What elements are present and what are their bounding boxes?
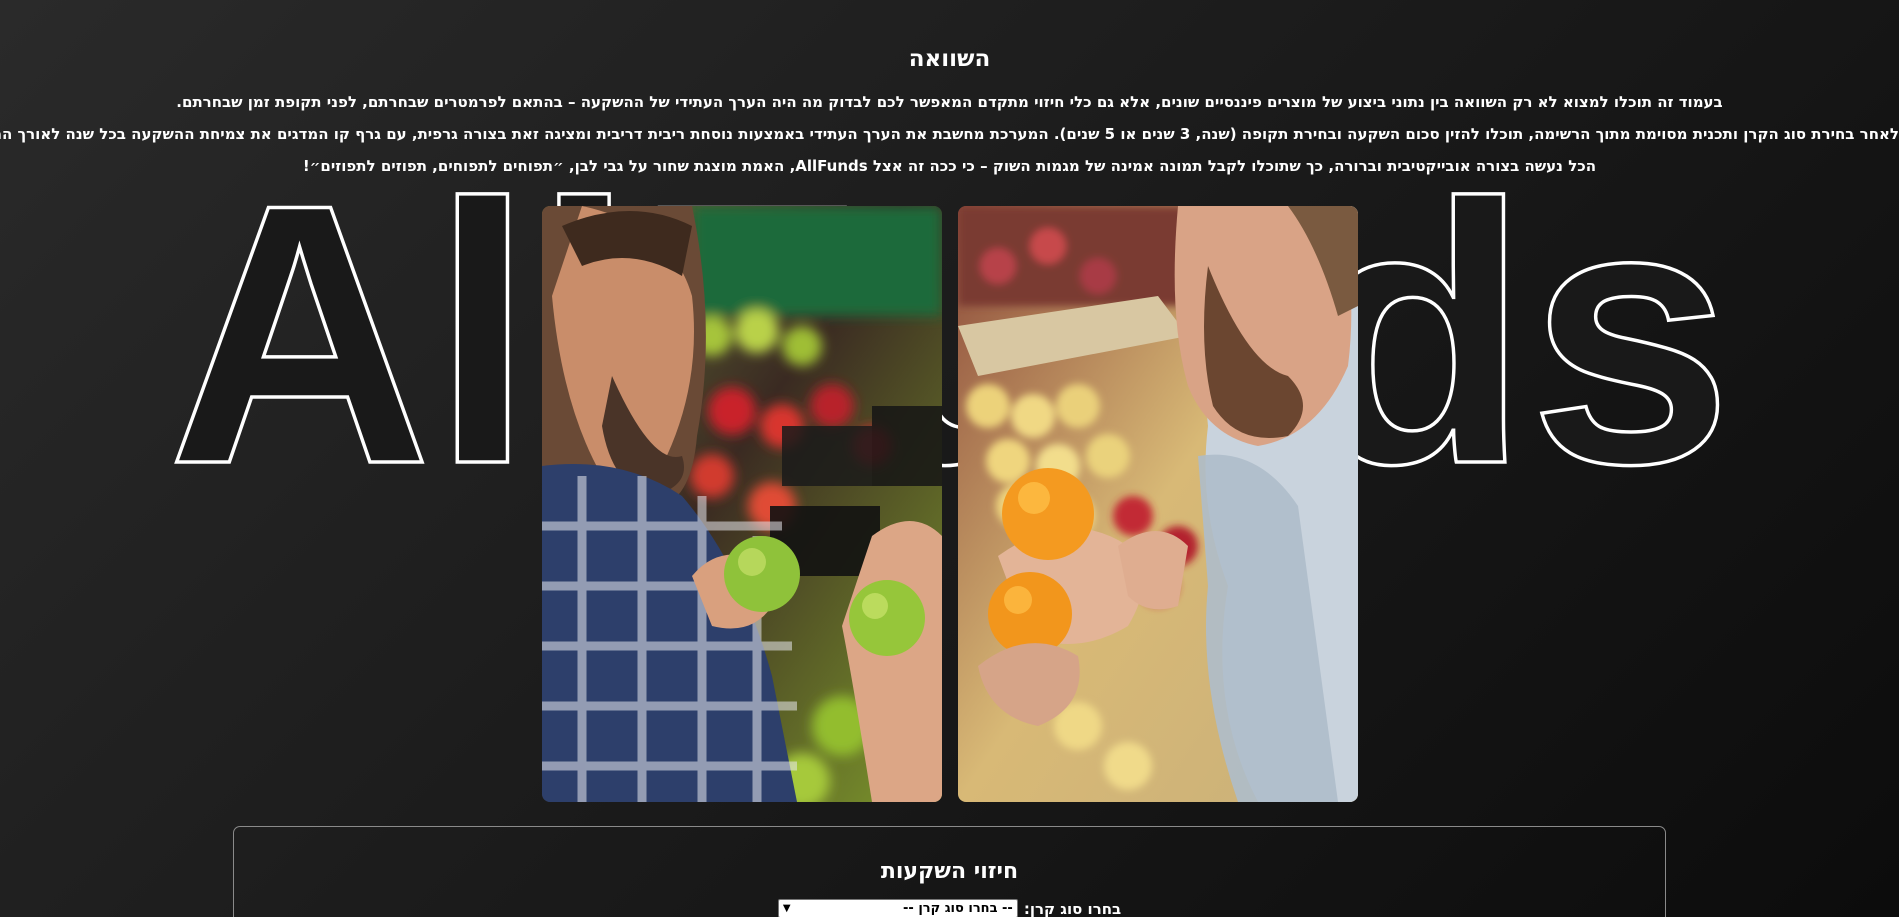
fund-type-label: בחרו סוג קרן: — [1023, 899, 1122, 917]
oranges-photo — [958, 206, 1358, 802]
comparison-header: השוואה בעמוד זה תוכלו למצוא לא רק השוואה… — [0, 46, 1899, 182]
intro-paragraph-1: בעמוד זה תוכלו למצוא לא רק השוואה בין נת… — [176, 93, 1723, 111]
chevron-down-icon: ▼ — [782, 903, 791, 914]
intro-paragraph-3: הכל נעשה בצורה אובייקטיבית וברורה, כך שת… — [302, 157, 1597, 175]
intro-paragraph-2: לאחר בחירת סוג הקרן ותכנית מסוימת מתוך ה… — [0, 125, 1899, 143]
fund-type-row: בחרו סוג קרן: -- בחרו סוג קרן -- ▼ — [234, 899, 1665, 917]
page: AllFunds השוואה בעמוד זה תוכלו למצוא לא … — [0, 0, 1899, 917]
page-title: השוואה — [908, 46, 991, 72]
background-logo-text: AllFunds — [168, 128, 1733, 541]
fund-type-select[interactable]: -- בחרו סוג קרן -- ▼ — [777, 899, 1018, 917]
fund-type-select-value: -- בחרו סוג קרן -- — [903, 901, 1013, 916]
forecast-title: חיזוי השקעות — [880, 859, 1019, 884]
investment-forecast-card: חיזוי השקעות בחרו סוג קרן: -- בחרו סוג ק… — [233, 826, 1666, 917]
apples-photo — [542, 206, 942, 802]
